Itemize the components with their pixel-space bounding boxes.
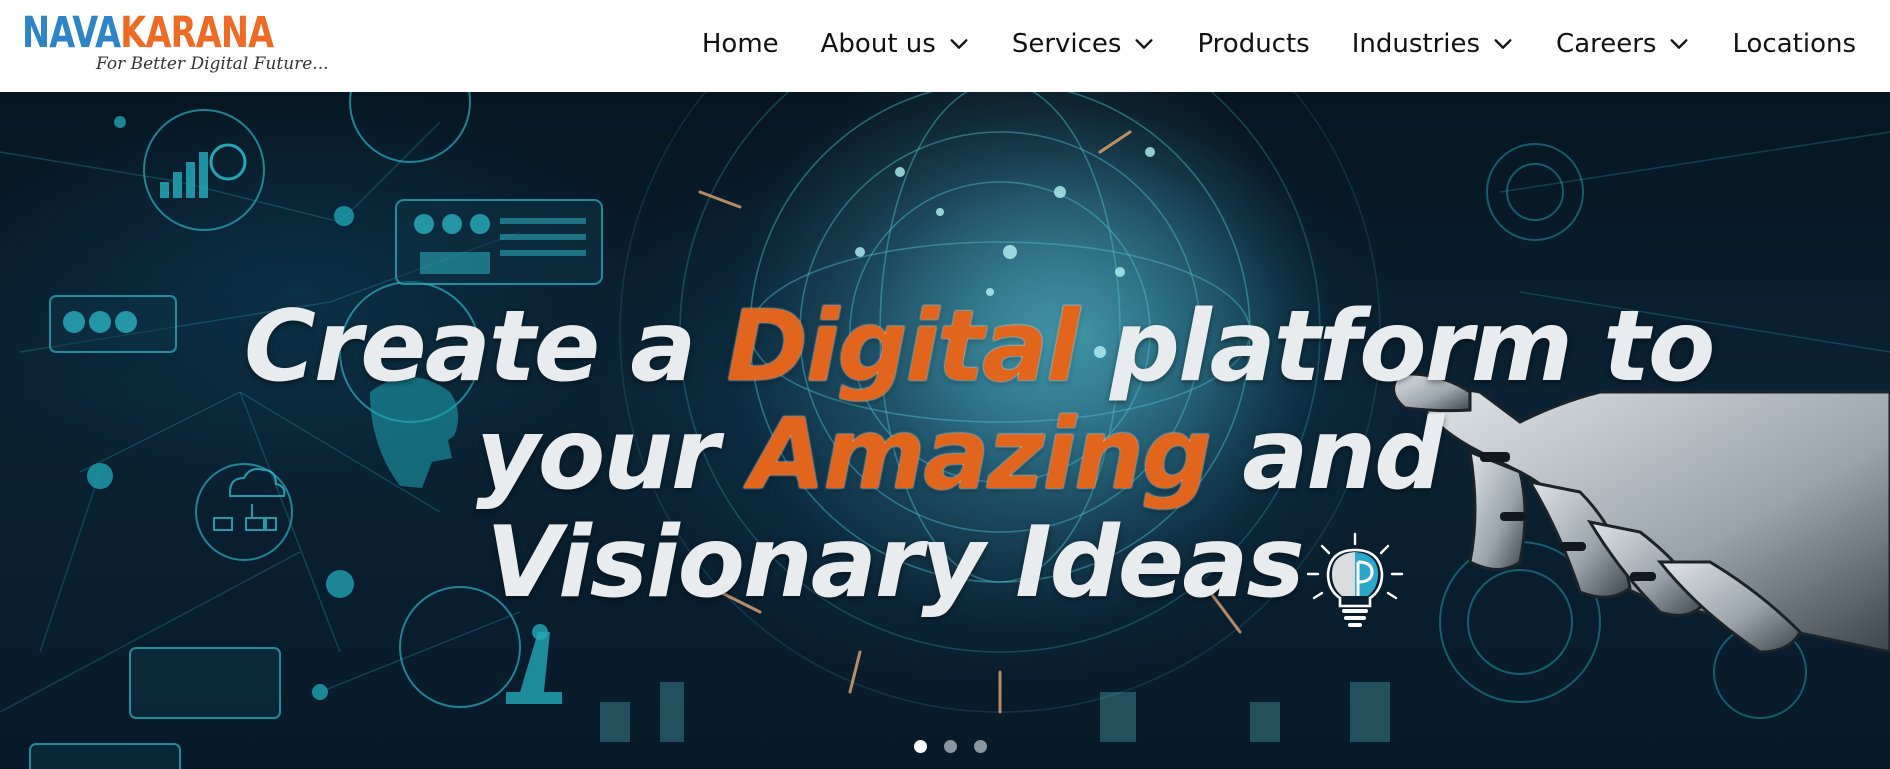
headline-line-1: Create a Digital platform to: [244, 290, 1715, 404]
navakarana-logo[interactable]: NAVAKARANA For Better Digital Future...: [22, 8, 329, 80]
nav-item-locations[interactable]: Locations: [1732, 22, 1856, 66]
main-nav: Home About us Services Products Industri…: [702, 22, 1856, 66]
nav-item-label: About us: [820, 29, 936, 59]
site-header: NAVAKARANA For Better Digital Future... …: [0, 0, 1890, 92]
nav-item-about-us[interactable]: About us: [821, 22, 970, 66]
logo-tagline: For Better Digital Future...: [96, 54, 329, 74]
nav-item-label: Careers: [1556, 29, 1657, 59]
logo-wordmark: NAVAKARANA: [22, 8, 274, 58]
chevron-down-icon: [950, 39, 968, 49]
nav-item-label: Products: [1197, 29, 1310, 59]
lightbulb-brain-icon: [1306, 532, 1404, 627]
nav-item-careers[interactable]: Careers: [1556, 22, 1690, 66]
carousel-dot-3[interactable]: [974, 740, 987, 753]
headline-line-2: your Amazing and: [476, 398, 1444, 512]
headline-accent-digital: Digital: [726, 290, 1080, 404]
nav-item-label: Industries: [1351, 29, 1481, 59]
chevron-down-icon: [1670, 39, 1689, 49]
nav-item-products[interactable]: Products: [1197, 22, 1309, 66]
nav-item-label: Locations: [1732, 29, 1856, 59]
nav-item-home[interactable]: Home: [702, 22, 779, 66]
carousel-dot-1[interactable]: [914, 740, 927, 753]
nav-item-services[interactable]: Services: [1012, 22, 1156, 66]
nav-item-label: Home: [701, 29, 779, 59]
headline-line-3: Visionary Ideas: [486, 506, 1305, 620]
carousel-dot-2[interactable]: [944, 740, 957, 753]
chevron-down-icon: [1494, 39, 1512, 49]
hero-headline: Create a Digital platform to your Amazin…: [0, 92, 1890, 769]
hero-banner: Create a Digital platform to your Amazin…: [0, 92, 1890, 769]
chevron-down-icon: [1135, 39, 1153, 49]
nav-item-industries[interactable]: Industries: [1352, 22, 1514, 66]
headline-accent-amazing: Amazing: [749, 398, 1212, 512]
nav-item-label: Services: [1011, 29, 1122, 59]
carousel-dots: [914, 740, 987, 753]
